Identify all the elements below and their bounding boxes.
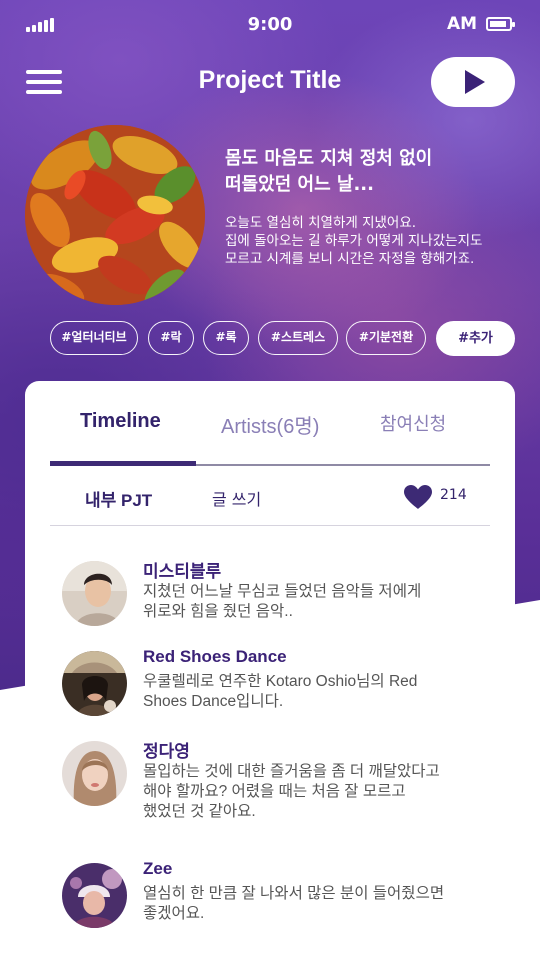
- status-ampm: AM: [447, 14, 478, 34]
- tag-chip[interactable]: #스트레스: [258, 321, 338, 355]
- tag-chip[interactable]: #얼터너티브: [50, 321, 138, 355]
- avatar-image: [62, 863, 127, 928]
- avatar-image: [62, 561, 127, 626]
- feed-text: 우쿨렐레로 연주한 Kotaro Oshio님의 Red Shoes Dance…: [143, 672, 498, 712]
- feed-text-line: 열심히 한 만큼 잘 나와서 많은 분이 들어줬으면: [143, 885, 445, 902]
- page-title: Project Title: [198, 66, 342, 94]
- like-count: 214: [440, 487, 467, 503]
- avatar[interactable]: [62, 863, 127, 928]
- avatar[interactable]: [62, 651, 127, 716]
- feed-text-line: 위로와 힘을 줬던 음악..: [143, 603, 293, 620]
- album-title-line: 떠돌았던 어느 날...: [225, 174, 374, 195]
- heart-icon[interactable]: [403, 484, 433, 510]
- feed-text: 지쳤던 어느날 무심코 들었던 음악들 저에게 위로와 힘을 줬던 음악..: [143, 582, 498, 622]
- internal-pjt-button[interactable]: 내부 PJT: [85, 486, 152, 511]
- album-description-line: 집에 돌아오는 길 하루가 어떻게 지나갔는지도: [225, 233, 483, 249]
- feed-text-line: 했었던 것 같아요.: [143, 803, 256, 820]
- tab-apply[interactable]: 참여신청: [380, 410, 446, 436]
- add-tag-button[interactable]: #추가: [436, 321, 515, 356]
- tag-chip[interactable]: #락: [148, 321, 194, 355]
- status-bar: 9:00 AM: [0, 0, 540, 50]
- avatar-image: [62, 741, 127, 806]
- feed-author-name: Zee: [143, 859, 173, 878]
- tab-timeline[interactable]: Timeline: [80, 410, 161, 433]
- album-description: 오늘도 열심히 치열하게 지냈어요. 집에 돌아오는 길 하루가 어떻게 지나갔…: [225, 214, 530, 268]
- feed-text: 몰입하는 것에 대한 즐거움을 좀 더 깨달았다고 해야 할까요? 어렸을 때는…: [143, 762, 498, 822]
- album-title: 몸도 마음도 지쳐 정처 없이 떠돌았던 어느 날...: [225, 146, 525, 198]
- feed-text-line: 지쳤던 어느날 무심코 들었던 음악들 저에게: [143, 583, 422, 600]
- feed-text: 열심히 한 만큼 잘 나와서 많은 분이 들어줬으면 좋겠어요.: [143, 884, 498, 924]
- play-button[interactable]: [431, 57, 515, 107]
- feed-text-line: 몰입하는 것에 대한 즐거움을 좀 더 깨달았다고: [143, 763, 440, 780]
- feed-text-line: Shoes Dance입니다.: [143, 693, 284, 710]
- feed-text-line: 좋겠어요.: [143, 905, 205, 922]
- sub-menu-row: 내부 PJT 글 쓰기 214: [50, 466, 490, 526]
- avatar-image: [62, 651, 127, 716]
- feed-text-line: 해야 할까요? 어렸을 때는 처음 잘 모르고: [143, 783, 406, 800]
- album-title-line: 몸도 마음도 지쳐 정처 없이: [225, 148, 433, 169]
- avatar[interactable]: [62, 561, 127, 626]
- autumn-leaves-image: [25, 125, 205, 305]
- play-icon: [465, 70, 485, 94]
- tag-chip[interactable]: #기분전환: [346, 321, 426, 355]
- avatar[interactable]: [62, 741, 127, 806]
- feed-text-line: 우쿨렐레로 연주한 Kotaro Oshio님의 Red: [143, 673, 418, 690]
- album-cover[interactable]: [25, 125, 205, 305]
- tag-chip[interactable]: #록: [203, 321, 249, 355]
- battery-icon: [486, 17, 515, 31]
- feed-author-name: 미스티블루: [143, 562, 222, 581]
- tab-artists[interactable]: Artists(6명): [221, 410, 319, 439]
- album-description-line: 오늘도 열심히 치열하게 지냈어요.: [225, 215, 417, 231]
- feed-author-name: 정다영: [143, 742, 190, 761]
- album-description-line: 모르고 시계를 보니 시간은 자정을 향해가죠.: [225, 251, 475, 267]
- content-card: Timeline Artists(6명) 참여신청 내부 PJT 글 쓰기 21…: [25, 381, 515, 960]
- hamburger-menu-icon[interactable]: [26, 68, 62, 96]
- feed-author-name: Red Shoes Dance: [143, 647, 287, 666]
- write-post-button[interactable]: 글 쓰기: [212, 486, 261, 510]
